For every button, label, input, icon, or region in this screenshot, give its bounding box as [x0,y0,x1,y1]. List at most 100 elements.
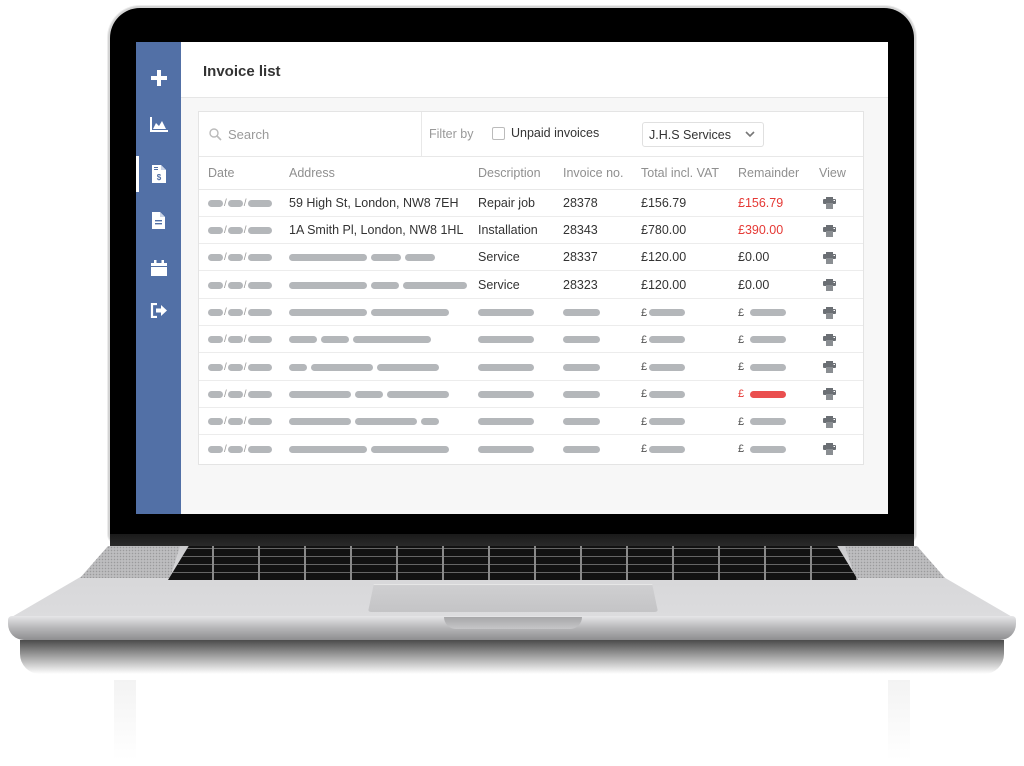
search-box[interactable] [199,112,422,156]
cell-invoice-no [563,298,641,326]
currency-symbol: £ [738,388,745,401]
cell-total: £120.00 [641,243,738,272]
sidebar-item-calendar[interactable] [136,250,181,286]
column-header-remainder[interactable]: Remainder [738,157,819,190]
sidebar-item-reports[interactable] [136,106,181,142]
date-separator: / [224,388,227,400]
cell-remainder: £ [738,298,819,326]
redacted-bar [289,336,317,344]
table-row[interactable]: / / £ £ [199,298,863,326]
table-row[interactable]: / / £ £ [199,352,863,381]
keyboard [168,546,858,580]
printer-icon[interactable] [823,388,836,401]
invoice-number: 28337 [563,250,598,265]
invoice-number: 28323 [563,277,598,292]
client-select[interactable]: J.H.S Services [642,122,764,147]
redacted-bar [208,309,223,317]
redacted-bar [421,418,439,426]
remainder-amount: £156.79 [738,195,784,210]
date-separator: / [224,443,227,455]
sidebar-item-documents[interactable] [136,202,181,238]
printer-icon[interactable] [823,251,836,264]
cell-address [289,298,478,326]
redacted-bar [289,309,367,317]
cell-description [478,298,563,326]
redacted-bar [247,390,272,398]
cell-total: £ [641,352,738,381]
redacted-bar [227,254,243,262]
printer-icon[interactable] [823,279,836,292]
cell-view [819,298,863,326]
unpaid-invoices-filter[interactable]: Unpaid invoices [492,126,599,140]
sidebar-item-invoices[interactable]: $ [136,156,181,192]
redacted-bar [749,363,786,371]
cell-date: / / [199,380,289,408]
cell-address [289,325,478,354]
redacted-bar [478,336,534,344]
column-header-address[interactable]: Address [289,157,478,190]
redacted-bar [208,445,223,453]
table-row[interactable]: / / £ £ [199,407,863,436]
sidebar-item-add[interactable] [136,60,181,96]
cell-remainder: £156.79 [738,189,819,217]
cell-view [819,325,863,354]
table-body: //59 High St, London, NW8 7EH Repair job 2… [199,189,863,462]
table-row[interactable]: / / £ £ [199,435,863,462]
currency-symbol: £ [641,443,648,456]
printer-icon[interactable] [823,361,836,374]
cell-description [478,407,563,436]
cell-invoice-no [563,352,641,381]
table-row[interactable]: / / £ £ [199,380,863,408]
table-row[interactable]: / / £ £ [199,325,863,354]
invoice-dollar-icon: $ [151,165,166,183]
cell-total: £156.79 [641,189,738,217]
column-header-view: View [819,157,863,190]
cell-address [289,243,478,272]
cell-address [289,435,478,462]
cell-invoice-no: 28323 [563,270,641,299]
search-input[interactable] [228,126,408,142]
cell-view [819,243,863,272]
total-amount: £120.00 [641,250,687,265]
cell-view [819,216,863,245]
redacted-bar [247,445,272,453]
cell-date: / / [199,352,289,381]
trackpad [368,584,658,612]
column-header-invoice-no[interactable]: Invoice no. [563,157,641,190]
column-header-description[interactable]: Description [478,157,563,190]
printer-icon[interactable] [823,333,836,346]
printer-icon[interactable] [823,197,836,210]
redacted-bar [749,309,786,317]
table-row[interactable]: //1A Smith Pl, London, NW8 1HL Installati… [199,216,863,245]
printer-icon[interactable] [823,224,836,237]
cell-invoice-no [563,325,641,354]
redacted-bar [355,418,417,426]
svg-text:$: $ [156,173,161,182]
redacted-bar [227,309,243,317]
redacted-bar [649,390,686,398]
sidebar-item-logout[interactable] [136,292,181,328]
unpaid-invoices-checkbox[interactable] [492,126,505,140]
column-header-total[interactable]: Total incl. VAT [641,157,738,190]
cell-address [289,380,478,408]
redacted-bar [227,227,243,235]
table-row[interactable]: //59 High St, London, NW8 7EH Repair job 2… [199,189,863,217]
printer-icon[interactable] [823,306,836,319]
printer-icon[interactable] [823,415,836,428]
table-row[interactable]: / / Service 28323 £120.00 £0.00 [199,270,863,299]
date-separator: / [243,388,247,400]
table-header-row: Date Address Description Invoice no. Tot… [199,157,863,190]
cell-description: Repair job [478,189,563,217]
redacted-bar [227,281,243,289]
filter-label: Filter by [429,127,474,141]
redacted-bar [247,363,272,371]
currency-symbol: £ [738,333,745,346]
calendar-icon [150,260,167,276]
printer-icon[interactable] [823,443,836,456]
date-separator: / [243,252,247,264]
column-header-date[interactable]: Date [199,157,289,190]
date-separator: / [243,416,247,428]
cell-view [819,352,863,381]
table-row[interactable]: / / Service 28337 £120.00 £0.00 [199,243,863,272]
date-separator: / [243,443,247,455]
